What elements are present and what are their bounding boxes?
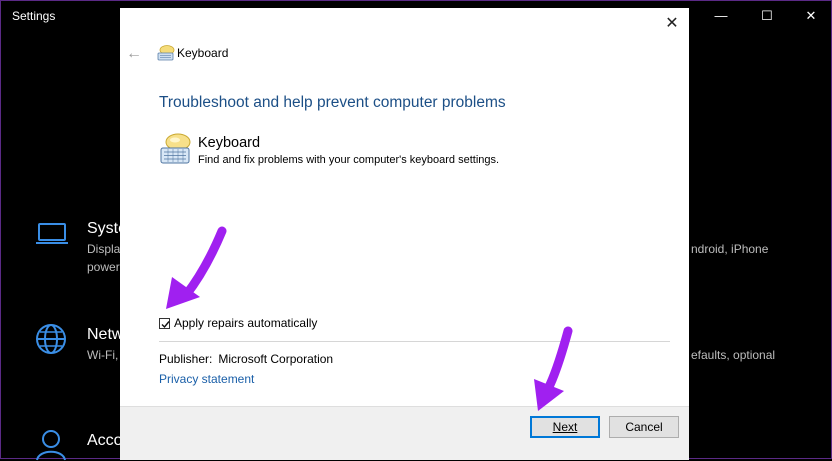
- laptop-icon: [36, 223, 68, 244]
- annotation-arrow-checkbox: [166, 226, 227, 309]
- back-arrow-icon[interactable]: ←: [126, 45, 146, 63]
- checkmark-icon: [161, 320, 170, 328]
- close-window-button[interactable]: ✕: [789, 4, 832, 28]
- tile-desc-apps-partial: efaults, optional: [691, 348, 776, 362]
- keyboard-troubleshooter-icon: [160, 133, 191, 164]
- maximize-button[interactable]: ☐: [745, 4, 789, 28]
- tile-desc-system-line1: Displa: [87, 242, 121, 256]
- settings-title: Settings: [12, 9, 56, 23]
- publisher-label: Publisher:: [159, 352, 213, 366]
- apply-repairs-checkbox-row[interactable]: Apply repairs automatically: [159, 315, 317, 331]
- cancel-button[interactable]: Cancel: [609, 416, 679, 438]
- dialog-close-button[interactable]: ✕: [662, 14, 682, 34]
- person-icon: [36, 430, 66, 461]
- next-button-label: Next: [552, 420, 578, 434]
- keyboard-icon: [157, 45, 175, 61]
- troubleshooter-title: Keyboard: [198, 135, 261, 151]
- publisher-value: Microsoft Corporation: [218, 352, 334, 366]
- apply-repairs-checkbox[interactable]: [159, 317, 170, 329]
- dialog-footer: Next Cancel: [120, 406, 689, 460]
- tile-desc-network-line1: Wi-Fi,: [87, 348, 119, 362]
- tile-desc-system-line2: power: [87, 260, 120, 274]
- tile-title-network: Netw: [87, 326, 124, 343]
- dialog-header-title: Keyboard: [177, 46, 229, 60]
- troubleshooter-description: Find and fix problems with your computer…: [198, 154, 500, 166]
- privacy-statement-link[interactable]: Privacy statement: [159, 372, 254, 386]
- tile-desc-phone-partial: ndroid, iPhone: [691, 242, 769, 256]
- minimize-button[interactable]: —: [699, 4, 743, 28]
- globe-icon: [36, 324, 66, 354]
- tile-title-accounts: Acco: [87, 432, 123, 449]
- dialog-main-title: Troubleshoot and help prevent computer p…: [159, 94, 506, 111]
- publisher-row: Publisher: Microsoft Corporation: [159, 352, 333, 366]
- next-button[interactable]: Next: [530, 416, 600, 438]
- apply-repairs-label[interactable]: Apply repairs automatically: [174, 316, 317, 330]
- divider: [159, 341, 670, 342]
- annotation-arrow-next: [534, 326, 573, 411]
